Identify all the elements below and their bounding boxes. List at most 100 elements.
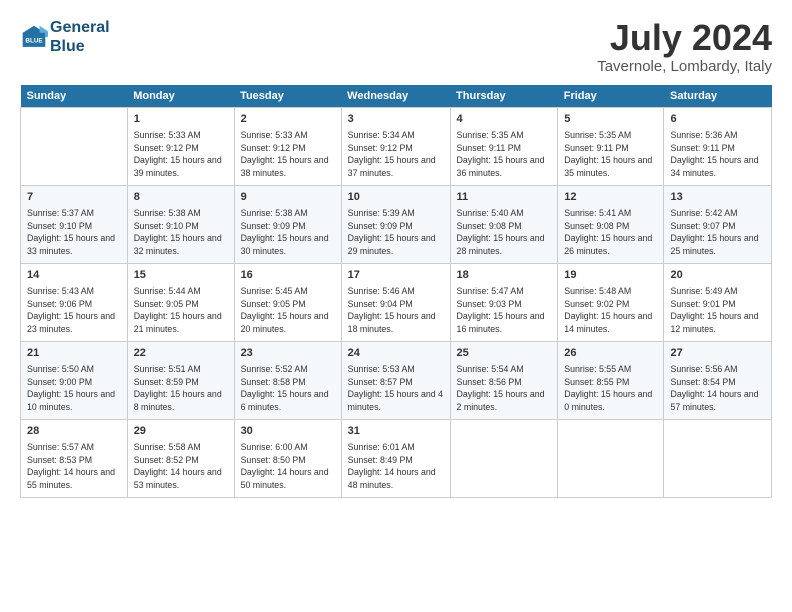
svg-text:BLUE: BLUE	[25, 38, 42, 45]
day-cell	[558, 419, 664, 497]
day-cell: 3Sunrise: 5:34 AMSunset: 9:12 PMDaylight…	[341, 107, 450, 185]
day-info: Sunrise: 5:54 AMSunset: 8:56 PMDaylight:…	[457, 363, 552, 414]
day-cell: 20Sunrise: 5:49 AMSunset: 9:01 PMDayligh…	[664, 263, 772, 341]
day-number: 31	[348, 424, 444, 439]
day-number: 9	[241, 190, 335, 205]
col-friday: Friday	[558, 85, 664, 108]
week-row-5: 28Sunrise: 5:57 AMSunset: 8:53 PMDayligh…	[21, 419, 772, 497]
day-cell: 13 Sunrise: 5:42 AMSunset: 9:07 PMDayligh…	[664, 185, 772, 263]
day-cell: 11Sunrise: 5:40 AMSunset: 9:08 PMDayligh…	[450, 185, 558, 263]
day-info: Sunrise: 5:35 AMSunset: 9:11 PMDaylight:…	[457, 129, 552, 180]
day-cell: 24 Sunrise: 5:53 AMSunset: 8:57 PMDayligh…	[341, 341, 450, 419]
day-number: 12	[564, 190, 657, 205]
day-cell: 15 Sunrise: 5:44 AMSunset: 9:05 PMDayligh…	[127, 263, 234, 341]
day-info: Sunrise: 5:41 AMSunset: 9:08 PMDaylight:…	[564, 207, 657, 258]
header-row: Sunday Monday Tuesday Wednesday Thursday…	[21, 85, 772, 108]
day-cell: 1 Sunrise: 5:33 AMSunset: 9:12 PMDaylight…	[127, 107, 234, 185]
day-cell: 12 Sunrise: 5:41 AMSunset: 9:08 PMDayligh…	[558, 185, 664, 263]
col-wednesday: Wednesday	[341, 85, 450, 108]
day-number: 27	[670, 346, 765, 361]
day-info: Sunrise: 5:56 AMSunset: 8:54 PMDaylight:…	[670, 363, 765, 414]
page: BLUE General Blue July 2024 Tavernole, L…	[0, 0, 792, 612]
title-block: July 2024 Tavernole, Lombardy, Italy	[597, 18, 772, 75]
col-monday: Monday	[127, 85, 234, 108]
day-info: Sunrise: 5:58 AMSunset: 8:52 PMDaylight:…	[134, 441, 228, 492]
day-cell: 4 Sunrise: 5:35 AMSunset: 9:11 PMDaylight…	[450, 107, 558, 185]
col-thursday: Thursday	[450, 85, 558, 108]
day-info: Sunrise: 5:38 AMSunset: 9:09 PMDaylight:…	[241, 207, 335, 258]
day-cell: 25 Sunrise: 5:54 AMSunset: 8:56 PMDayligh…	[450, 341, 558, 419]
day-info: Sunrise: 5:48 AMSunset: 9:02 PMDaylight:…	[564, 285, 657, 336]
day-info: Sunrise: 6:00 AMSunset: 8:50 PMDaylight:…	[241, 441, 335, 492]
day-info: Sunrise: 5:37 AMSunset: 9:10 PMDaylight:…	[27, 207, 121, 258]
day-cell: 16 Sunrise: 5:45 AMSunset: 9:05 PMDayligh…	[234, 263, 341, 341]
week-row-4: 21Sunrise: 5:50 AMSunset: 9:00 PMDayligh…	[21, 341, 772, 419]
day-number: 20	[670, 268, 765, 283]
day-info: Sunrise: 5:50 AMSunset: 9:00 PMDaylight:…	[27, 363, 121, 414]
day-cell: 5Sunrise: 5:35 AMSunset: 9:11 PMDaylight…	[558, 107, 664, 185]
day-number: 28	[27, 424, 121, 439]
week-row-1: 1 Sunrise: 5:33 AMSunset: 9:12 PMDaylight…	[21, 107, 772, 185]
day-info: Sunrise: 6:01 AMSunset: 8:49 PMDaylight:…	[348, 441, 444, 492]
day-number: 7	[27, 190, 121, 205]
day-number: 16	[241, 268, 335, 283]
logo-line1: General	[50, 18, 110, 37]
day-cell: 27 Sunrise: 5:56 AMSunset: 8:54 PMDayligh…	[664, 341, 772, 419]
day-info: Sunrise: 5:43 AMSunset: 9:06 PMDaylight:…	[27, 285, 121, 336]
day-number: 25	[457, 346, 552, 361]
day-info: Sunrise: 5:34 AMSunset: 9:12 PMDaylight:…	[348, 129, 444, 180]
day-number: 24	[348, 346, 444, 361]
calendar-body: 1 Sunrise: 5:33 AMSunset: 9:12 PMDaylight…	[21, 107, 772, 497]
day-cell: 7 Sunrise: 5:37 AMSunset: 9:10 PMDaylight…	[21, 185, 128, 263]
day-info: Sunrise: 5:39 AMSunset: 9:09 PMDaylight:…	[348, 207, 444, 258]
day-cell	[664, 419, 772, 497]
day-number: 23	[241, 346, 335, 361]
col-tuesday: Tuesday	[234, 85, 341, 108]
week-row-2: 7 Sunrise: 5:37 AMSunset: 9:10 PMDaylight…	[21, 185, 772, 263]
day-number: 17	[348, 268, 444, 283]
week-row-3: 14 Sunrise: 5:43 AMSunset: 9:06 PMDayligh…	[21, 263, 772, 341]
day-cell: 29 Sunrise: 5:58 AMSunset: 8:52 PMDayligh…	[127, 419, 234, 497]
day-cell: 6 Sunrise: 5:36 AMSunset: 9:11 PMDaylight…	[664, 107, 772, 185]
day-info: Sunrise: 5:52 AMSunset: 8:58 PMDaylight:…	[241, 363, 335, 414]
location: Tavernole, Lombardy, Italy	[597, 58, 772, 75]
day-info: Sunrise: 5:36 AMSunset: 9:11 PMDaylight:…	[670, 129, 765, 180]
day-number: 1	[134, 112, 228, 127]
day-info: Sunrise: 5:42 AMSunset: 9:07 PMDaylight:…	[670, 207, 765, 258]
day-number: 29	[134, 424, 228, 439]
day-number: 14	[27, 268, 121, 283]
day-info: Sunrise: 5:55 AMSunset: 8:55 PMDaylight:…	[564, 363, 657, 414]
day-number: 2	[241, 112, 335, 127]
day-info: Sunrise: 5:44 AMSunset: 9:05 PMDaylight:…	[134, 285, 228, 336]
day-info: Sunrise: 5:35 AMSunset: 9:11 PMDaylight:…	[564, 129, 657, 180]
day-cell: 30 Sunrise: 6:00 AMSunset: 8:50 PMDayligh…	[234, 419, 341, 497]
day-number: 6	[670, 112, 765, 127]
day-number: 22	[134, 346, 228, 361]
day-cell	[21, 107, 128, 185]
day-cell: 19 Sunrise: 5:48 AMSunset: 9:02 PMDayligh…	[558, 263, 664, 341]
day-number: 18	[457, 268, 552, 283]
day-number: 19	[564, 268, 657, 283]
day-cell: 18Sunrise: 5:47 AMSunset: 9:03 PMDayligh…	[450, 263, 558, 341]
day-number: 26	[564, 346, 657, 361]
day-info: Sunrise: 5:33 AMSunset: 9:12 PMDaylight:…	[134, 129, 228, 180]
day-cell: 14 Sunrise: 5:43 AMSunset: 9:06 PMDayligh…	[21, 263, 128, 341]
day-cell: 28Sunrise: 5:57 AMSunset: 8:53 PMDayligh…	[21, 419, 128, 497]
day-cell: 2Sunrise: 5:33 AMSunset: 9:12 PMDaylight…	[234, 107, 341, 185]
day-info: Sunrise: 5:38 AMSunset: 9:10 PMDaylight:…	[134, 207, 228, 258]
col-saturday: Saturday	[664, 85, 772, 108]
day-info: Sunrise: 5:53 AMSunset: 8:57 PMDaylight:…	[348, 363, 444, 414]
day-number: 4	[457, 112, 552, 127]
logo: BLUE General Blue	[20, 18, 110, 56]
month-title: July 2024	[597, 18, 772, 58]
day-number: 15	[134, 268, 228, 283]
day-cell: 26 Sunrise: 5:55 AMSunset: 8:55 PMDayligh…	[558, 341, 664, 419]
day-info: Sunrise: 5:45 AMSunset: 9:05 PMDaylight:…	[241, 285, 335, 336]
day-number: 30	[241, 424, 335, 439]
col-sunday: Sunday	[21, 85, 128, 108]
day-number: 13	[670, 190, 765, 205]
day-number: 11	[457, 190, 552, 205]
day-cell: 31 Sunrise: 6:01 AMSunset: 8:49 PMDayligh…	[341, 419, 450, 497]
day-cell: 22Sunrise: 5:51 AMSunset: 8:59 PMDayligh…	[127, 341, 234, 419]
day-cell: 21Sunrise: 5:50 AMSunset: 9:00 PMDayligh…	[21, 341, 128, 419]
